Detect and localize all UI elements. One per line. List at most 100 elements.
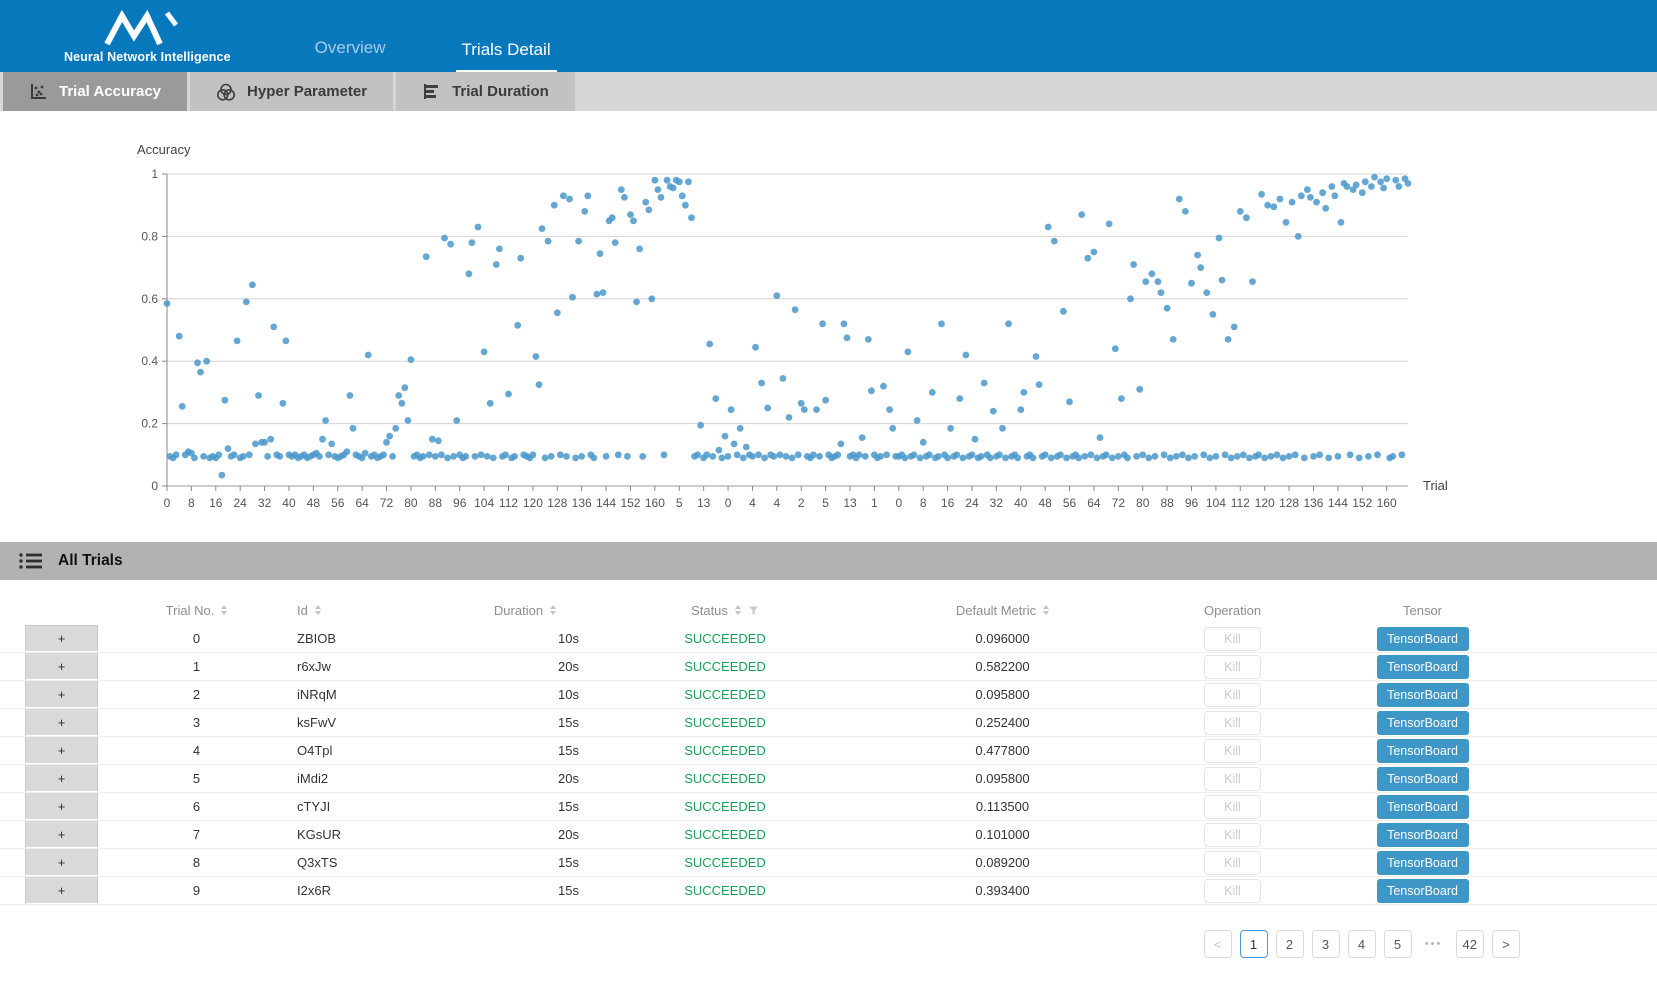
nav-trials-detail[interactable]: Trials Detail xyxy=(456,40,557,72)
scatter-icon xyxy=(29,82,48,101)
venn-circles-icon xyxy=(216,82,236,102)
x-tick-label: 8 xyxy=(188,496,195,510)
scatter-point xyxy=(597,250,604,257)
tab-trial-duration[interactable]: Trial Duration xyxy=(396,72,575,111)
x-tick-label: 104 xyxy=(1206,496,1226,510)
scatter-point xyxy=(584,192,591,199)
kill-button[interactable]: Kill xyxy=(1204,739,1261,763)
tab-trial-accuracy[interactable]: Trial Accuracy xyxy=(3,72,187,111)
bar-chart-icon xyxy=(422,82,441,101)
scatter-point xyxy=(505,391,512,398)
next-page-button[interactable]: > xyxy=(1492,930,1520,958)
tensorboard-button[interactable]: TensorBoard xyxy=(1377,655,1469,679)
scatter-point xyxy=(194,359,201,366)
sort-carets-icon[interactable] xyxy=(550,605,556,615)
kill-button[interactable]: Kill xyxy=(1204,627,1261,651)
duration-cell: 15s xyxy=(425,743,625,758)
column-header-trial_no[interactable]: Trial No. xyxy=(98,603,295,618)
table-header-row: Trial No.IdDurationStatusDefault MetricO… xyxy=(0,595,1657,625)
scatter-point xyxy=(1030,455,1037,462)
x-tick-label: 104 xyxy=(474,496,494,510)
sort-desc-icon xyxy=(221,611,227,615)
scatter-point xyxy=(328,441,335,448)
scatter-point xyxy=(246,451,253,458)
duration-cell: 15s xyxy=(425,855,625,870)
scatter-point xyxy=(176,333,183,340)
scatter-point xyxy=(1277,196,1284,203)
expand-row-button[interactable]: + xyxy=(25,653,98,680)
pagination-ellipsis[interactable]: ••• xyxy=(1420,938,1448,950)
scatter-point xyxy=(496,246,503,253)
operation-cell: Kill xyxy=(1180,851,1285,875)
expand-row-button[interactable]: + xyxy=(25,681,98,708)
nni-logo-icon xyxy=(101,9,193,49)
scatter-point xyxy=(902,455,909,462)
column-header-status[interactable]: Status xyxy=(625,603,825,618)
kill-button[interactable]: Kill xyxy=(1204,795,1261,819)
page-button-2[interactable]: 2 xyxy=(1276,930,1304,958)
scatter-point xyxy=(575,238,582,245)
tensor-cell: TensorBoard xyxy=(1285,795,1560,819)
column-header-default_metric[interactable]: Default Metric xyxy=(825,603,1180,618)
tensorboard-button[interactable]: TensorBoard xyxy=(1377,823,1469,847)
expand-row-button[interactable]: + xyxy=(25,793,98,820)
duration-cell: 10s xyxy=(425,687,625,702)
sort-carets-icon[interactable] xyxy=(221,605,227,615)
kill-button[interactable]: Kill xyxy=(1204,851,1261,875)
page-button-4[interactable]: 4 xyxy=(1348,930,1376,958)
scatter-point xyxy=(987,455,994,462)
scatter-point xyxy=(1319,189,1326,196)
tensorboard-button[interactable]: TensorBoard xyxy=(1377,879,1469,903)
page-button-3[interactable]: 3 xyxy=(1312,930,1340,958)
tensorboard-button[interactable]: TensorBoard xyxy=(1377,739,1469,763)
expand-row-button[interactable]: + xyxy=(25,709,98,736)
sort-carets-icon[interactable] xyxy=(315,605,321,615)
x-tick-label: 40 xyxy=(1014,496,1028,510)
accuracy-chart[interactable]: 00.20.40.60.8108162432404856647280889610… xyxy=(0,111,1657,536)
kill-button[interactable]: Kill xyxy=(1204,711,1261,735)
kill-button[interactable]: Kill xyxy=(1204,655,1261,679)
x-tick-label: 96 xyxy=(453,496,467,510)
nav-overview[interactable]: Overview xyxy=(309,38,392,72)
kill-button[interactable]: Kill xyxy=(1204,767,1261,791)
scatter-point xyxy=(938,320,945,327)
tensorboard-button[interactable]: TensorBoard xyxy=(1377,795,1469,819)
expand-row-button[interactable]: + xyxy=(25,765,98,792)
kill-button[interactable]: Kill xyxy=(1204,879,1261,903)
tensorboard-button[interactable]: TensorBoard xyxy=(1377,683,1469,707)
expand-row-button[interactable]: + xyxy=(25,625,98,652)
scatter-point xyxy=(252,441,259,448)
scatter-point xyxy=(1194,252,1201,259)
sort-carets-icon[interactable] xyxy=(735,605,741,615)
page-button-5[interactable]: 5 xyxy=(1384,930,1412,958)
prev-page-button[interactable]: < xyxy=(1204,930,1232,958)
kill-button[interactable]: Kill xyxy=(1204,683,1261,707)
column-header-duration[interactable]: Duration xyxy=(425,603,625,618)
tab-hyper-parameter[interactable]: Hyper Parameter xyxy=(190,72,393,111)
sort-carets-icon[interactable] xyxy=(1043,605,1049,615)
tensorboard-button[interactable]: TensorBoard xyxy=(1377,851,1469,875)
column-header-id[interactable]: Id xyxy=(295,603,425,618)
scatter-point xyxy=(426,451,433,458)
scatter-point xyxy=(1158,289,1165,296)
expand-row-button[interactable]: + xyxy=(25,849,98,876)
expand-row-button[interactable]: + xyxy=(25,877,98,904)
scatter-point xyxy=(511,453,518,460)
tensorboard-button[interactable]: TensorBoard xyxy=(1377,711,1469,735)
expand-row-button[interactable]: + xyxy=(25,737,98,764)
scatter-point xyxy=(834,451,841,458)
x-tick-label: 72 xyxy=(380,496,394,510)
expand-row-button[interactable]: + xyxy=(25,821,98,848)
scatter-point xyxy=(386,433,393,440)
scatter-point xyxy=(450,453,457,460)
trial-no-cell: 0 xyxy=(98,631,295,646)
scatter-point xyxy=(395,392,402,399)
scatter-point xyxy=(978,453,985,460)
page-button-42[interactable]: 42 xyxy=(1456,930,1484,958)
page-button-1[interactable]: 1 xyxy=(1240,930,1268,958)
tensorboard-button[interactable]: TensorBoard xyxy=(1377,627,1469,651)
kill-button[interactable]: Kill xyxy=(1204,823,1261,847)
filter-funnel-icon[interactable] xyxy=(748,605,759,616)
tensorboard-button[interactable]: TensorBoard xyxy=(1377,767,1469,791)
column-label: Trial No. xyxy=(166,603,215,618)
